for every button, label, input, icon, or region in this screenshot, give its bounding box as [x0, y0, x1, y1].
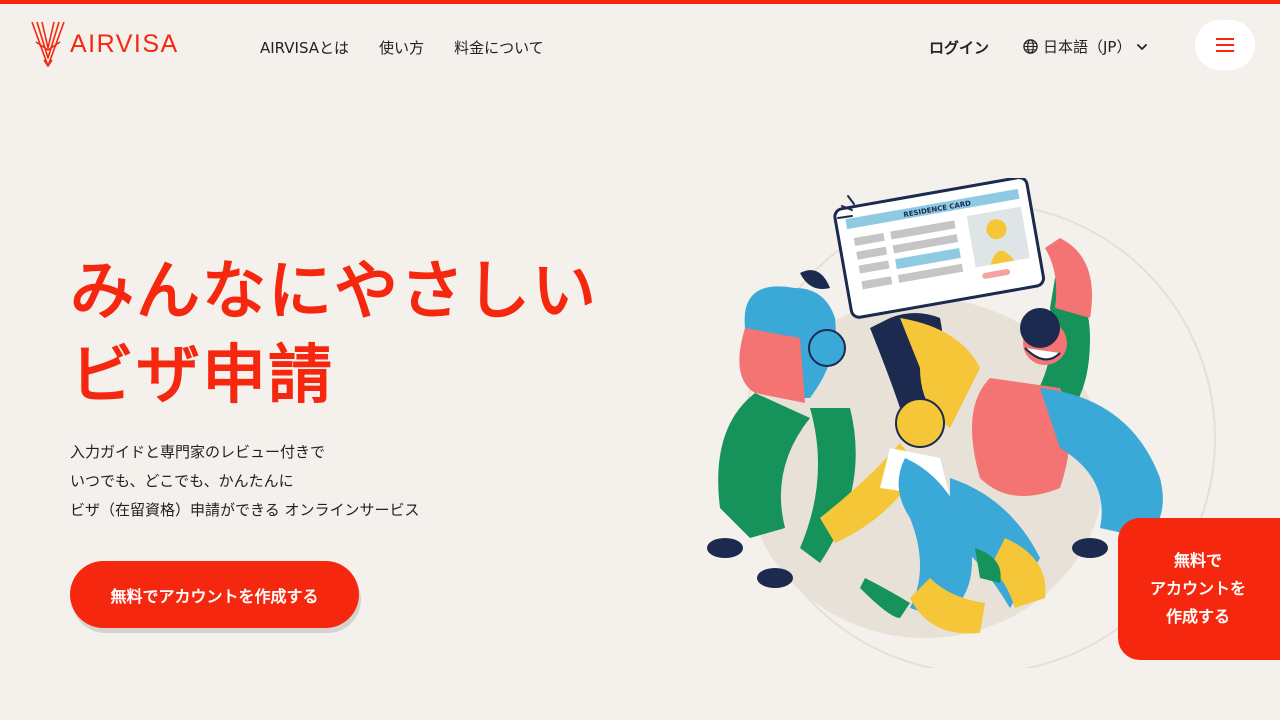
- top-accent-bar: [0, 0, 1280, 4]
- hero-description-line: ビザ（在留資格）申請ができる オンラインサービス: [70, 501, 420, 519]
- floating-create-account-button[interactable]: 無料で アカウントを 作成する: [1118, 518, 1280, 660]
- hero-description-line: 入力ガイドと専門家のレビュー付きで: [70, 443, 326, 461]
- language-label: 日本語（JP）: [1043, 38, 1132, 56]
- language-selector[interactable]: 日本語（JP）: [1023, 36, 1148, 57]
- airvisa-logo[interactable]: AIRVISA: [30, 20, 179, 68]
- hamburger-menu-icon: [1216, 38, 1234, 52]
- nav-item-how-to-use[interactable]: 使い方: [379, 37, 424, 58]
- floating-cta-line: 作成する: [1165, 607, 1230, 626]
- create-account-button[interactable]: 無料でアカウントを作成する: [70, 561, 359, 628]
- hero-description-line: いつでも、どこでも、かんたんに: [70, 472, 294, 490]
- hero-title-line-2: ビザ申請: [70, 339, 334, 413]
- hamburger-menu-button[interactable]: [1195, 20, 1255, 70]
- floating-cta-line: 無料で: [1173, 551, 1222, 570]
- globe-icon: [1023, 39, 1038, 54]
- hero-title: みんなにやさしい ビザ申請: [70, 250, 598, 418]
- logo-wordmark: AIRVISA: [70, 29, 179, 58]
- airvisa-logo-icon: [31, 21, 65, 67]
- hero-title-line-1: みんなにやさしい: [70, 255, 598, 329]
- login-link[interactable]: ログイン: [929, 37, 989, 58]
- hero-description: 入力ガイドと専門家のレビュー付きで いつでも、どこでも、かんたんに ビザ（在留資…: [70, 438, 419, 525]
- nav-item-pricing[interactable]: 料金について: [454, 37, 544, 58]
- floating-cta-line: アカウントを: [1149, 579, 1246, 598]
- residence-card: RESIDENCE CARD: [833, 178, 1046, 319]
- main-nav: AIRVISAとは 使い方 料金について: [260, 37, 544, 58]
- nav-item-about[interactable]: AIRVISAとは: [260, 37, 349, 58]
- chevron-down-icon: [1137, 43, 1148, 50]
